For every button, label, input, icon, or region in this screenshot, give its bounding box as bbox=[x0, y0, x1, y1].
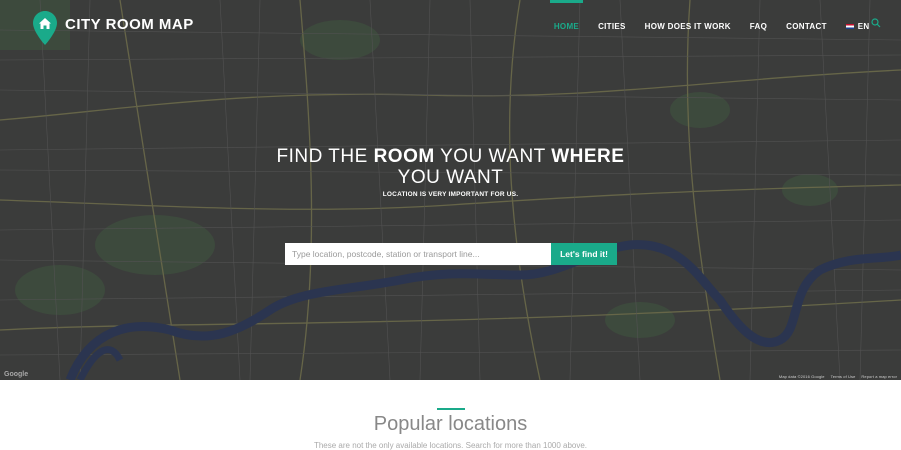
brand-name: CITY ROOM MAP bbox=[65, 15, 194, 33]
nav-faq[interactable]: FAQ bbox=[740, 0, 776, 40]
search-icon[interactable] bbox=[871, 18, 881, 28]
hero-title: FIND THE ROOM YOU WANT WHERE YOU WANT bbox=[0, 146, 901, 188]
hero-title-where: WHERE bbox=[551, 146, 625, 167]
uk-flag-icon bbox=[845, 24, 854, 29]
language-label: EN bbox=[857, 22, 870, 31]
map-report-link[interactable]: Report a map error bbox=[861, 374, 897, 379]
hero-title-part2: YOU WANT bbox=[434, 146, 552, 167]
home-pin-icon bbox=[33, 11, 57, 45]
location-search: Let's find it! bbox=[285, 243, 617, 265]
nav-contact[interactable]: CONTACT bbox=[777, 0, 837, 40]
section-divider bbox=[437, 408, 465, 410]
hero-title-part1: FIND THE bbox=[276, 146, 374, 167]
hero-section: CITY ROOM MAP HOME CITIES HOW DOES IT WO… bbox=[0, 0, 901, 380]
location-search-input[interactable] bbox=[285, 243, 551, 265]
popular-locations-subtitle: These are not the only available locatio… bbox=[313, 441, 588, 450]
popular-locations-title: Popular locations bbox=[373, 413, 528, 435]
map-background[interactable] bbox=[0, 0, 901, 380]
hero-subtitle: LOCATION IS VERY IMPORTANT FOR US. bbox=[382, 191, 519, 198]
hero-title-room: ROOM bbox=[373, 146, 435, 167]
google-logo[interactable]: Google bbox=[4, 371, 28, 378]
nav-home[interactable]: HOME bbox=[544, 0, 588, 40]
map-terms-link[interactable]: Terms of Use bbox=[831, 374, 856, 379]
nav-cities[interactable]: CITIES bbox=[589, 0, 636, 40]
main-nav: HOME CITIES HOW DOES IT WORK FAQ CONTACT… bbox=[544, 0, 881, 40]
hero-title-line2: YOU WANT bbox=[397, 167, 504, 188]
nav-how-it-works[interactable]: HOW DOES IT WORK bbox=[635, 0, 740, 40]
map-data-credit: Map data ©2016 Google bbox=[778, 374, 825, 379]
brand-logo[interactable]: CITY ROOM MAP bbox=[33, 11, 194, 45]
find-button[interactable]: Let's find it! bbox=[551, 243, 617, 265]
map-credits: Map data ©2016 Google Terms of Use Report … bbox=[773, 374, 897, 379]
